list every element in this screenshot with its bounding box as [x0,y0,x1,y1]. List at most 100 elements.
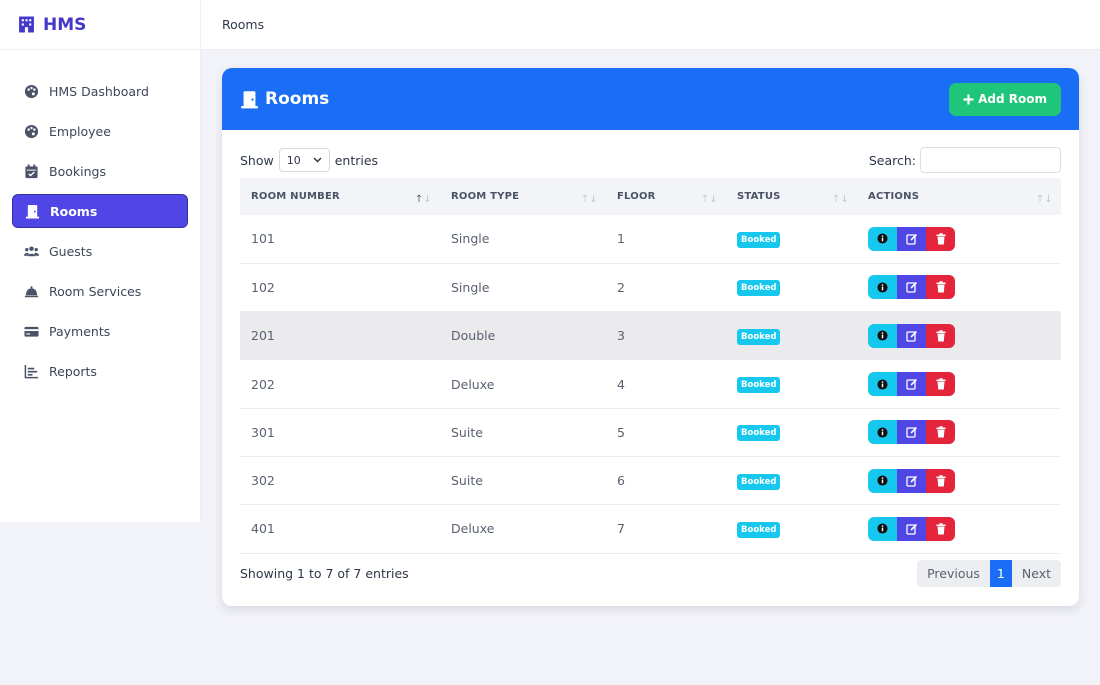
sidebar-item-label: Guests [49,243,93,259]
sidebar-item-hms-dashboard[interactable]: HMS Dashboard [12,74,188,108]
status-badge: Booked [737,231,781,248]
delete-button[interactable] [926,226,955,251]
column-header-floor[interactable]: FLOOR ↑↓ [606,178,726,215]
cell-floor: 3 [606,311,726,361]
column-header-actions[interactable]: ACTIONS ↑↓ [857,178,1061,215]
sidebar-item-room-services[interactable]: Room Services [12,274,188,308]
sidebar-item-label: Room Services [49,283,142,299]
sidebar-item-employee[interactable]: Employee [12,114,188,148]
cell-floor: 6 [606,456,726,506]
cell-room-number: 302 [240,456,440,506]
sidebar-item-guests[interactable]: Guests [12,234,188,268]
previous-button[interactable]: Previous [917,560,990,587]
table-row: 101 Single 1 Booked [240,215,1061,264]
info-icon [877,330,888,341]
column-header-status[interactable]: STATUS ↑↓ [726,178,857,215]
cell-status: Booked [726,359,857,409]
trash-icon [936,426,945,438]
cell-status: Booked [726,263,857,313]
edit-button[interactable] [897,468,926,493]
search-control: Search: [869,147,1061,173]
trash-icon [936,523,945,535]
page-size-select[interactable]: 10 [278,148,330,172]
table-row: 201 Double 3 Booked [240,311,1061,361]
edit-icon [905,427,917,438]
cell-actions [857,215,1061,264]
delete-button[interactable] [926,323,955,348]
status-badge: Booked [737,377,781,394]
view-button[interactable] [868,420,897,445]
pagination: Previous 1 Next [917,560,1061,587]
table-body: 101 Single 1 Booked 102 Single 2 Booked 201 Doubl… [240,215,1061,554]
table-controls: Show 10 entries Search: [240,147,1061,173]
table-row: 302 Suite 6 Booked [240,456,1061,506]
column-header-room-number[interactable]: ROOM NUMBER ↑↓ [240,178,440,215]
sidebar-nav: HMS Dashboard Employee Bookings Rooms Gu… [0,50,200,388]
delete-button[interactable] [926,468,955,493]
view-button[interactable] [868,516,897,541]
sidebar-item-label: Employee [49,123,111,139]
table-footer: Showing 1 to 7 of 7 entries Previous 1 N… [240,560,1061,587]
delete-button[interactable] [926,275,955,300]
action-buttons [868,226,955,251]
view-button[interactable] [868,372,897,397]
edit-button[interactable] [897,275,926,300]
trash-icon [936,233,945,245]
brand[interactable]: HMS [0,0,200,50]
add-room-button[interactable]: Add Room [949,82,1061,116]
action-buttons [868,420,955,445]
card-header: Rooms Add Room [222,68,1079,130]
table-row: 301 Suite 5 Booked [240,408,1061,457]
page-size-value: 10 [286,153,301,167]
action-buttons [868,275,955,300]
column-header-room-type[interactable]: ROOM TYPE ↑↓ [440,178,606,215]
palette-icon [24,84,39,98]
view-button[interactable] [868,275,897,300]
cell-status: Booked [726,504,857,554]
sidebar-item-reports[interactable]: Reports [12,354,188,388]
cell-room-type: Double [440,311,606,361]
status-badge: Booked [737,280,781,297]
door-icon [25,204,40,219]
sort-icon: ↑↓ [831,194,849,205]
table-row: 202 Deluxe 4 Booked [240,359,1061,409]
cell-room-type: Single [440,263,606,313]
edit-button[interactable] [897,226,926,251]
cell-room-number: 201 [240,311,440,361]
edit-icon [905,523,917,535]
rooms-card: Rooms Add Room Show 10 entries Search: R… [222,68,1079,606]
hotel-icon [19,16,34,33]
cell-room-type: Suite [440,456,606,506]
cell-room-number: 401 [240,504,440,554]
cell-status: Booked [726,215,857,264]
palette-icon [24,124,39,138]
cell-floor: 7 [606,504,726,554]
cell-actions [857,263,1061,313]
sidebar-item-bookings[interactable]: Bookings [12,154,188,188]
sidebar-item-payments[interactable]: Payments [12,314,188,348]
edit-button[interactable] [897,516,926,541]
search-input[interactable] [920,147,1061,173]
trash-icon [936,474,945,487]
delete-button[interactable] [926,420,955,445]
cell-room-type: Single [440,215,606,264]
edit-button[interactable] [897,372,926,397]
sidebar-item-rooms[interactable]: Rooms [12,194,188,228]
edit-button[interactable] [897,323,926,348]
view-button[interactable] [868,468,897,493]
delete-button[interactable] [926,516,955,541]
page-button-current[interactable]: 1 [989,560,1012,587]
status-badge: Booked [737,473,781,490]
delete-button[interactable] [926,372,955,397]
view-button[interactable] [868,323,897,348]
table-info: Showing 1 to 7 of 7 entries [240,566,409,581]
cell-actions [857,359,1061,409]
action-buttons [868,372,955,397]
edit-button[interactable] [897,420,926,445]
view-button[interactable] [868,226,897,251]
next-button[interactable]: Next [1011,560,1061,587]
edit-icon [905,282,917,294]
status-badge: Booked [737,425,781,442]
cell-room-type: Suite [440,408,606,457]
status-badge: Booked [737,521,781,538]
